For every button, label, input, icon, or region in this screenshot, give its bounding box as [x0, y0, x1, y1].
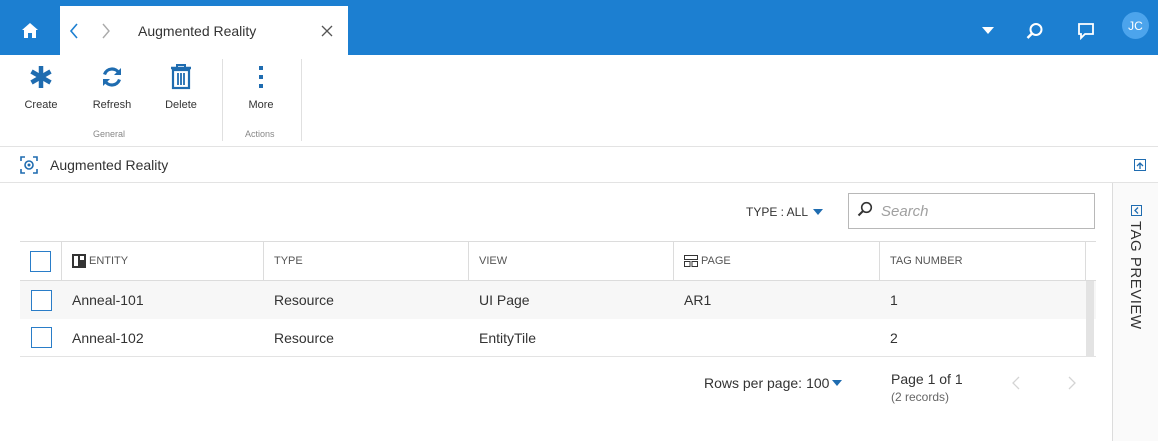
entity-link[interactable]: Anneal-102: [62, 319, 264, 356]
header-spacer: [1086, 242, 1096, 280]
table-row[interactable]: Anneal-101 Resource UI Page AR1 1: [20, 281, 1096, 319]
rows-per-page-value: 100: [806, 375, 830, 391]
rows-per-page: Rows per page: 100: [704, 375, 843, 391]
search-box[interactable]: [848, 193, 1095, 229]
refresh-icon: [102, 67, 122, 87]
search-input[interactable]: [881, 202, 1081, 220]
type-filter-label: TYPE : ALL: [746, 205, 809, 219]
group-label-actions: Actions: [245, 129, 275, 139]
column-header-label: TYPE: [274, 255, 303, 267]
refresh-label: Refresh: [92, 99, 132, 111]
type-cell: Resource: [274, 292, 334, 308]
chevron-right-icon: [102, 23, 110, 38]
row-checkbox[interactable]: [30, 289, 52, 311]
more-vertical-icon: [259, 66, 263, 88]
next-page-button[interactable]: [1068, 376, 1076, 395]
entity-tile-icon: [72, 254, 86, 268]
column-header-view[interactable]: VIEW: [469, 242, 674, 280]
prev-page-button[interactable]: [1012, 376, 1020, 395]
close-tab-button[interactable]: [312, 6, 342, 55]
row-select-cell: [20, 281, 62, 319]
close-icon: [321, 25, 333, 36]
data-grid: ENTITY TYPE VIEW PAGE TAG NUMBER Anneal-…: [20, 241, 1096, 357]
view-cell: EntityTile: [479, 329, 537, 346]
select-all-checkbox[interactable]: [30, 250, 51, 272]
create-label: Create: [24, 99, 58, 111]
tag-preview-panel[interactable]: TAG PREVIEW: [1112, 183, 1158, 441]
trash-icon: [171, 64, 191, 90]
breadcrumb-tab: Augmented Reality: [60, 6, 348, 55]
tab-title: Augmented Reality: [138, 22, 257, 39]
tag-number-cell: 1: [890, 292, 898, 308]
create-button[interactable]: Create: [13, 61, 69, 117]
record-count: (2 records): [891, 390, 950, 404]
type-cell: Resource: [274, 329, 334, 346]
search-icon: [1026, 22, 1043, 39]
page-title: Augmented Reality: [50, 157, 169, 173]
caret-down-icon: [813, 209, 824, 215]
column-header-tag-number[interactable]: TAG NUMBER: [880, 242, 1086, 280]
section-header: Augmented Reality: [0, 147, 1158, 183]
page-info: Page 1 of 1 (2 records): [891, 371, 963, 404]
more-button[interactable]: More: [233, 61, 289, 117]
column-header-page[interactable]: PAGE: [674, 242, 880, 280]
expand-panel-icon[interactable]: [1131, 203, 1142, 221]
ribbon-divider: [222, 59, 223, 141]
column-header-label: ENTITY: [89, 255, 129, 267]
chevron-left-icon: [69, 22, 78, 39]
collapse-up-icon: [1134, 159, 1146, 171]
more-label: More: [248, 99, 274, 111]
row-select-cell: [20, 319, 62, 356]
view-cell: UI Page: [479, 292, 530, 308]
page-indicator: Page 1 of 1: [891, 371, 963, 387]
forward-button[interactable]: [92, 6, 120, 55]
collapse-panel-button[interactable]: [1134, 158, 1146, 176]
tag-number-cell: 2: [890, 329, 898, 346]
row-checkbox[interactable]: [30, 327, 52, 348]
home-button[interactable]: [0, 6, 60, 55]
rows-per-page-select[interactable]: 100: [806, 375, 843, 391]
table-row[interactable]: Anneal-102 Resource EntityTile 2: [20, 319, 1096, 357]
delete-button[interactable]: Delete: [153, 61, 209, 117]
global-search-button[interactable]: [1017, 6, 1053, 55]
chevron-left-icon: [1012, 376, 1020, 390]
refresh-button[interactable]: Refresh: [84, 61, 140, 117]
column-header-label: VIEW: [479, 255, 508, 267]
group-label-general: General: [93, 129, 126, 139]
rows-per-page-label: Rows per page:: [704, 375, 803, 391]
chevron-right-icon: [1068, 376, 1076, 390]
menu-dropdown-button[interactable]: [970, 6, 1006, 55]
home-icon: [22, 22, 38, 38]
ribbon-divider: [301, 59, 302, 141]
delete-label: Delete: [165, 99, 197, 111]
page-layout-icon: [684, 255, 698, 267]
column-header-entity[interactable]: ENTITY: [62, 242, 264, 280]
page-link[interactable]: AR1: [674, 281, 880, 319]
ribbon-toolbar: Create Refresh Delete More General Actio…: [0, 55, 1158, 147]
grid-scrollbar[interactable]: [1086, 281, 1094, 357]
column-header-label: PAGE: [701, 255, 731, 267]
caret-down-icon: [982, 26, 994, 34]
search-icon: [857, 201, 873, 222]
column-header-label: TAG NUMBER: [890, 255, 963, 267]
top-bar: Augmented Reality JC: [0, 0, 1158, 55]
tag-preview-label: TAG PREVIEW: [1127, 221, 1144, 330]
main-content: TYPE : ALL ENTITY TYPE VIEW PAGE TAG NUM…: [0, 183, 1112, 441]
column-header-type[interactable]: TYPE: [264, 242, 469, 280]
chat-button[interactable]: [1068, 6, 1104, 55]
grid-header: ENTITY TYPE VIEW PAGE TAG NUMBER: [20, 241, 1096, 281]
ar-target-icon: [20, 156, 38, 179]
asterisk-icon: [30, 66, 52, 88]
chat-icon: [1078, 22, 1094, 40]
page-link[interactable]: [674, 319, 880, 356]
caret-down-icon: [832, 380, 843, 386]
header-select-cell: [20, 242, 62, 280]
avatar[interactable]: JC: [1122, 12, 1149, 39]
entity-link[interactable]: Anneal-101: [62, 281, 264, 319]
type-filter-dropdown[interactable]: TYPE : ALL: [746, 205, 824, 219]
back-button[interactable]: [60, 6, 88, 55]
